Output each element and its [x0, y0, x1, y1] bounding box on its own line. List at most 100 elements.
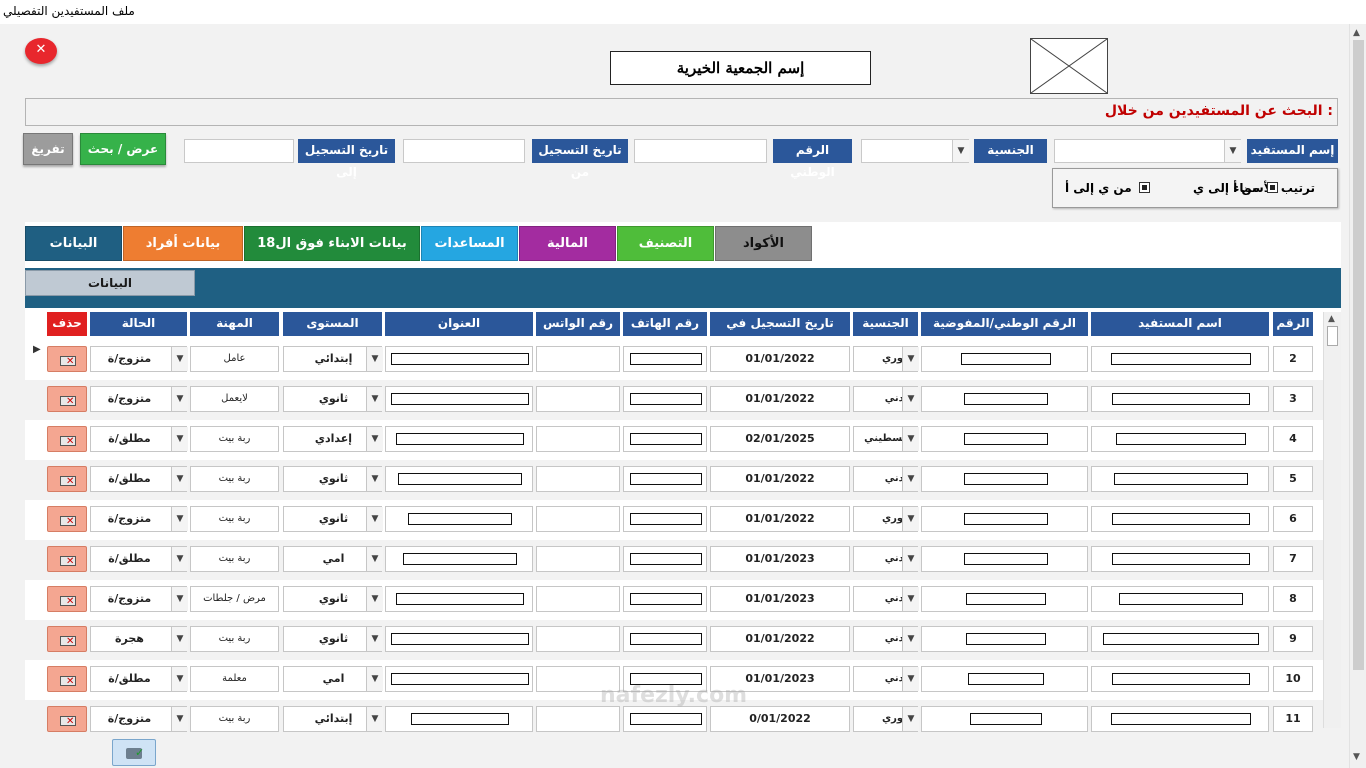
cell-number[interactable]: 5 [1273, 466, 1313, 492]
cell-whatsapp[interactable] [536, 586, 620, 612]
grid-scrollbar[interactable]: ▲ [1323, 312, 1341, 728]
cell-reg-date[interactable]: 01/01/2022 [710, 386, 850, 412]
table-row[interactable]: 3 أردني ▼ 01/01/2022 ثانوي ▼ لايعمل متزوج/ة ▼ [25, 380, 1323, 420]
chevron-down-icon[interactable]: ▼ [171, 667, 188, 691]
cell-nationality[interactable]: سوري ▼ [853, 346, 919, 372]
scroll-up-icon[interactable]: ▲ [1353, 28, 1360, 38]
cell-nationality[interactable]: سوري ▼ [853, 706, 919, 732]
table-row[interactable]: 8 أردني ▼ 01/01/2023 ثانوي ▼ مرض / جلطات متزوج/… [25, 580, 1323, 620]
chevron-down-icon[interactable]: ▼ [902, 627, 919, 651]
delete-row-button[interactable] [47, 506, 87, 532]
chevron-down-icon[interactable]: ▼ [366, 707, 383, 731]
scroll-down-icon[interactable]: ▼ [1353, 752, 1360, 762]
cell-education[interactable]: امي ▼ [283, 666, 383, 692]
cell-reg-date[interactable]: 0/01/2022 [710, 706, 850, 732]
chevron-down-icon[interactable]: ▼ [171, 467, 188, 491]
cell-nationality[interactable]: أردني ▼ [853, 626, 919, 652]
cell-job[interactable]: عامل [190, 346, 279, 372]
cell-phone[interactable] [623, 426, 707, 452]
scroll-thumb[interactable] [1353, 40, 1364, 670]
table-row[interactable]: 6 سوري ▼ 01/01/2022 ثانوي ▼ ربة بيت متزوج/ة ▼ [25, 500, 1323, 540]
chevron-down-icon[interactable]: ▼ [171, 427, 188, 451]
cell-name[interactable] [1091, 586, 1269, 612]
delete-row-button[interactable] [47, 386, 87, 412]
scroll-up-icon[interactable]: ▲ [1328, 314, 1335, 324]
show-search-button[interactable]: عرض / بحث [80, 133, 166, 165]
cell-whatsapp[interactable] [536, 506, 620, 532]
cell-national-id[interactable] [921, 426, 1088, 452]
cell-name[interactable] [1091, 626, 1269, 652]
chevron-down-icon[interactable]: ▼ [366, 507, 383, 531]
cell-national-id[interactable] [921, 586, 1088, 612]
cell-education[interactable]: إعدادي ▼ [283, 426, 383, 452]
cell-number[interactable]: 8 [1273, 586, 1313, 612]
table-row[interactable]: 9 أردني ▼ 01/01/2022 ثانوي ▼ ربة بيت هجرة ▼ [25, 620, 1323, 660]
tab-family-members[interactable]: بيانات أفراد الأسرة [123, 226, 243, 284]
cell-marital[interactable]: متزوج/ة ▼ [90, 346, 188, 372]
table-row[interactable]: 7 أردني ▼ 01/01/2023 امي ▼ ربة بيت مطلق/ة ▼ [25, 540, 1323, 580]
chevron-down-icon[interactable]: ▼ [171, 707, 188, 731]
cell-name[interactable] [1091, 666, 1269, 692]
chevron-down-icon[interactable]: ▼ [171, 347, 188, 371]
chevron-down-icon[interactable]: ▼ [1224, 140, 1241, 162]
chevron-down-icon[interactable]: ▼ [902, 667, 919, 691]
cell-number[interactable]: 3 [1273, 386, 1313, 412]
cell-address[interactable] [385, 426, 533, 452]
table-row[interactable]: 4 فلسطيني ▼ 02/01/2025 إعدادي ▼ ربة بيت مطلق/ة ▼ [25, 420, 1323, 460]
delete-row-button[interactable] [47, 546, 87, 572]
cell-education[interactable]: ثانوي ▼ [283, 586, 383, 612]
cell-address[interactable] [385, 346, 533, 372]
cell-whatsapp[interactable] [536, 626, 620, 652]
checkbox-icon[interactable] [1266, 182, 1278, 193]
cell-nationality[interactable]: أردني ▼ [853, 466, 919, 492]
chevron-down-icon[interactable]: ▼ [171, 587, 188, 611]
cell-whatsapp[interactable] [536, 346, 620, 372]
cell-job[interactable]: مرض / جلطات [190, 586, 279, 612]
cell-address[interactable] [385, 666, 533, 692]
cell-address[interactable] [385, 586, 533, 612]
cell-whatsapp[interactable] [536, 546, 620, 572]
print-button[interactable] [112, 739, 156, 766]
chevron-down-icon[interactable]: ▼ [366, 627, 383, 651]
clear-button[interactable]: تفريغ [23, 133, 73, 165]
cell-national-id[interactable] [921, 386, 1088, 412]
cell-phone[interactable] [623, 386, 707, 412]
chevron-down-icon[interactable]: ▼ [902, 387, 919, 411]
beneficiary-name-combo[interactable]: ▼ [1054, 139, 1241, 163]
cell-reg-date[interactable]: 01/01/2022 [710, 466, 850, 492]
cell-address[interactable] [385, 466, 533, 492]
chevron-down-icon[interactable]: ▼ [171, 387, 188, 411]
cell-national-id[interactable] [921, 666, 1088, 692]
delete-row-button[interactable] [47, 346, 87, 372]
tab-children-over-18[interactable]: بيانات الابناء فوق ال18 عام [244, 226, 420, 284]
cell-name[interactable] [1091, 346, 1269, 372]
checkbox-icon[interactable] [1138, 182, 1150, 193]
chevron-down-icon[interactable]: ▼ [366, 387, 383, 411]
cell-marital[interactable]: مطلق/ة ▼ [90, 546, 188, 572]
chevron-down-icon[interactable]: ▼ [366, 427, 383, 451]
delete-row-button[interactable] [47, 626, 87, 652]
tab-data[interactable]: البيانات [25, 270, 195, 296]
cell-phone[interactable] [623, 506, 707, 532]
cell-marital[interactable]: متزوج/ة ▼ [90, 706, 188, 732]
cell-education[interactable]: ثانوي ▼ [283, 626, 383, 652]
cell-reg-date[interactable]: 01/01/2022 [710, 626, 850, 652]
cell-marital[interactable]: مطلق/ة ▼ [90, 426, 188, 452]
cell-reg-date[interactable]: 01/01/2023 [710, 546, 850, 572]
tab-basic-data[interactable]: البيانات الأساسية [25, 226, 122, 284]
cell-marital[interactable]: متزوج/ة ▼ [90, 586, 188, 612]
cell-job[interactable]: ربة بيت [190, 626, 279, 652]
cell-name[interactable] [1091, 386, 1269, 412]
cell-marital[interactable]: مطلق/ة ▼ [90, 666, 188, 692]
cell-number[interactable]: 10 [1273, 666, 1313, 692]
cell-name[interactable] [1091, 706, 1269, 732]
chevron-down-icon[interactable]: ▼ [171, 627, 188, 651]
cell-whatsapp[interactable] [536, 706, 620, 732]
cell-education[interactable]: امي ▼ [283, 546, 383, 572]
cell-reg-date[interactable]: 01/01/2022 [710, 346, 850, 372]
cell-address[interactable] [385, 506, 533, 532]
cell-nationality[interactable]: أردني ▼ [853, 386, 919, 412]
cell-job[interactable]: ربة بيت [190, 546, 279, 572]
nationality-combo[interactable]: ▼ [861, 139, 969, 163]
chevron-down-icon[interactable]: ▼ [366, 547, 383, 571]
